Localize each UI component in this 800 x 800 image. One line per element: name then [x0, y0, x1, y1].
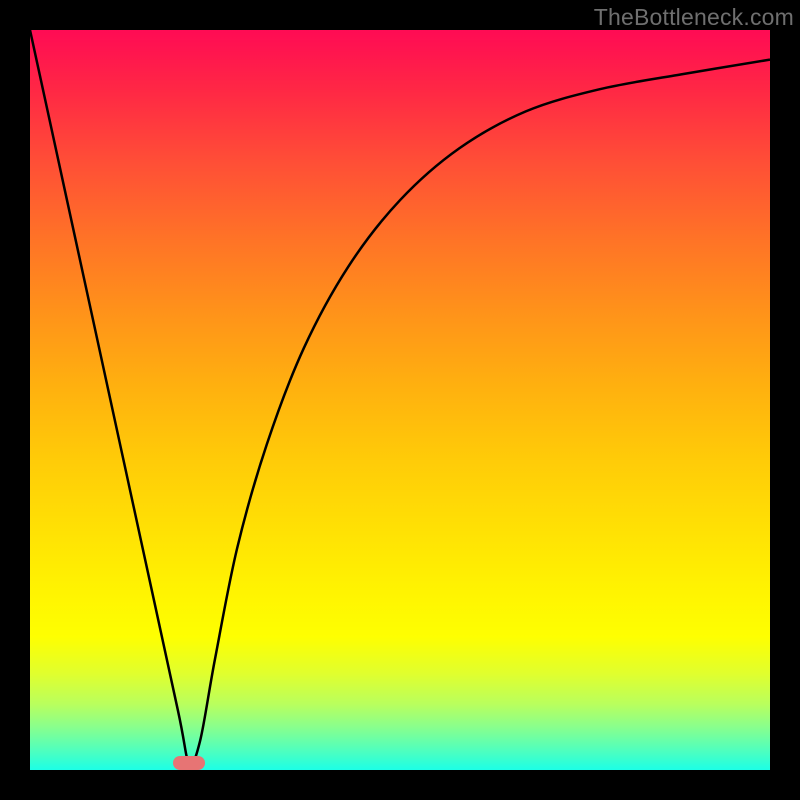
plot-area — [30, 30, 770, 770]
curve-path — [30, 30, 770, 764]
optimal-marker — [173, 756, 205, 770]
bottleneck-curve — [30, 30, 770, 770]
chart-frame: TheBottleneck.com — [0, 0, 800, 800]
watermark-text: TheBottleneck.com — [594, 4, 794, 31]
